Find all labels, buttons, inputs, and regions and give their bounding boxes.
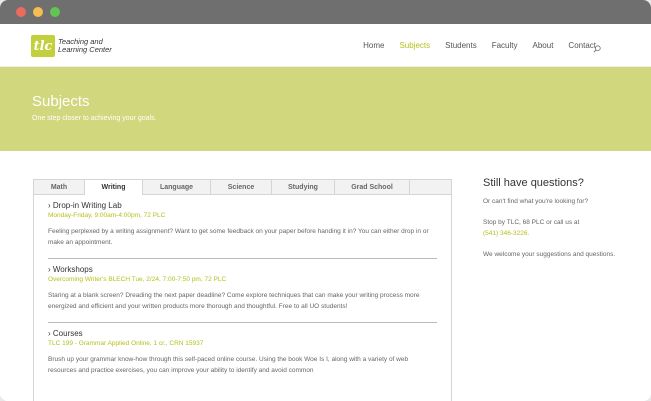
nav-faculty[interactable]: Faculty: [492, 41, 518, 50]
nav-contact[interactable]: Contact: [568, 41, 596, 50]
section-courses: › Courses TLC 199 - Grammar Applied Onli…: [48, 329, 437, 383]
browser-window: tlc Teaching and Learning Center Home Su…: [0, 0, 651, 401]
close-window-button[interactable]: [16, 7, 26, 17]
divider: [48, 322, 437, 323]
nav-students[interactable]: Students: [445, 41, 477, 50]
logo-mark: tlc: [31, 35, 55, 57]
section-desc: Brush up your grammar know-how through t…: [48, 356, 409, 374]
sidebar-title: Still have questions?: [483, 177, 584, 189]
minimize-window-button[interactable]: [33, 7, 43, 17]
tab-math[interactable]: Math: [34, 180, 85, 194]
section-title[interactable]: › Drop-in Writing Lab: [48, 201, 437, 210]
tab-science[interactable]: Science: [211, 180, 272, 194]
section-desc: Staring at a blank screen? Dreading the …: [48, 292, 420, 310]
section-title[interactable]: › Workshops: [48, 265, 437, 274]
main-content: Math Writing Language Science Studying G…: [0, 152, 651, 401]
section-meta: Monday-Friday, 9:00am-4:00pm, 72 PLC: [48, 212, 166, 219]
logo-text-line2: Learning Center: [58, 45, 112, 54]
tab-language[interactable]: Language: [143, 180, 211, 194]
tab-studying[interactable]: Studying: [272, 180, 335, 194]
search-icon[interactable]: [593, 45, 601, 53]
zoom-window-button[interactable]: [50, 7, 60, 17]
logo-text: Teaching and Learning Center: [58, 38, 118, 54]
phone-link[interactable]: (541) 346-3226.: [483, 230, 529, 237]
site-logo[interactable]: tlc Teaching and Learning Center: [31, 35, 118, 57]
window-titlebar: [0, 0, 651, 24]
nav-home[interactable]: Home: [363, 41, 384, 50]
section-meta: Overcoming Writer's BLECH Tue, 2/24, 7:0…: [48, 276, 227, 283]
site-header: tlc Teaching and Learning Center Home Su…: [0, 24, 651, 67]
sidebar-text-2: Stop by TLC, 68 PLC or call us at (541) …: [483, 217, 623, 239]
page-title: Subjects: [32, 93, 90, 110]
page-subtitle: One step closer to achieving your goals.: [32, 115, 157, 122]
divider: [48, 258, 437, 259]
section-meta: TLC 199 - Grammar Applied Online, 1 cr.,…: [48, 340, 204, 347]
tab-grad-school[interactable]: Grad School: [335, 180, 410, 194]
sidebar-text-1: Or can't find what you're looking for?: [483, 198, 589, 205]
tab-writing[interactable]: Writing: [85, 180, 143, 195]
section-title[interactable]: › Courses: [48, 329, 437, 338]
page-hero: Subjects One step closer to achieving yo…: [0, 67, 651, 151]
subject-tabs: Math Writing Language Science Studying G…: [33, 179, 452, 401]
tab-bar: Math Writing Language Science Studying G…: [34, 180, 451, 195]
nav-subjects[interactable]: Subjects: [399, 41, 430, 50]
nav-about[interactable]: About: [533, 41, 554, 50]
section-desc: Feeling perplexed by a writing assignmen…: [48, 228, 429, 246]
sidebar-contact-prefix: Stop by TLC, 68 PLC or call us at: [483, 219, 580, 226]
main-nav: Home Subjects Students Faculty About Con…: [348, 41, 596, 50]
sidebar: Still have questions? Or can't find what…: [483, 177, 623, 270]
section-drop-in: › Drop-in Writing Lab Monday-Friday, 9:0…: [48, 201, 437, 255]
sidebar-text-3: We welcome your suggestions and question…: [483, 251, 616, 258]
tab-panel-writing: › Drop-in Writing Lab Monday-Friday, 9:0…: [34, 195, 451, 383]
section-workshops: › Workshops Overcoming Writer's BLECH Tu…: [48, 265, 437, 319]
